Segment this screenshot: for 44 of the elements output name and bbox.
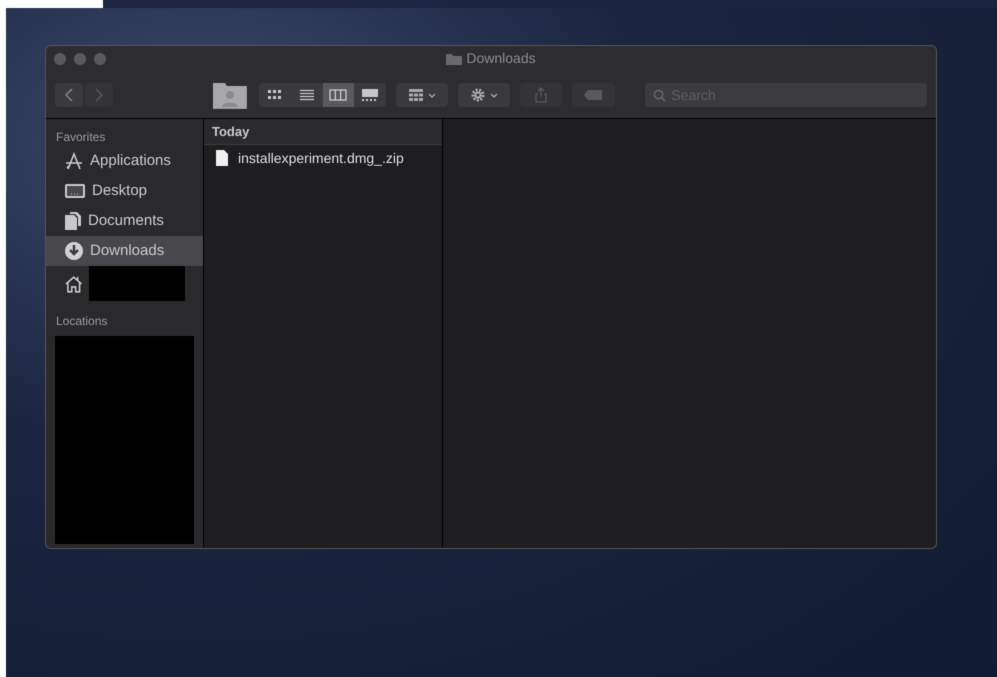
sidebar-item-label: Documents xyxy=(88,210,164,231)
sidebar-section-title: Favorites xyxy=(55,129,106,145)
sidebar-section-title: Locations xyxy=(55,313,108,329)
sidebar-item-label: Desktop xyxy=(92,180,148,201)
action-button[interactable] xyxy=(458,83,510,107)
caret-icon xyxy=(428,92,436,98)
file-row[interactable]: installexperiment.dmg_.zip xyxy=(204,145,442,171)
monitor-icon xyxy=(64,182,86,200)
sidebar-item[interactable]: Downloads xyxy=(46,236,203,266)
sidebar-item[interactable]: Desktop xyxy=(46,176,203,206)
chevron-right-icon xyxy=(95,88,103,102)
forward-button[interactable] xyxy=(85,83,113,107)
sidebar-item[interactable]: Documents xyxy=(46,206,203,236)
tag-button[interactable] xyxy=(572,83,616,107)
grid-icon xyxy=(266,89,283,101)
minimize-button[interactable] xyxy=(74,52,86,64)
gallery-icon xyxy=(361,89,380,101)
search-icon xyxy=(653,89,666,102)
columns-icon xyxy=(329,89,348,101)
download-icon xyxy=(64,241,84,261)
compass-letter-icon xyxy=(64,151,84,171)
sidebar-item[interactable]: Applications xyxy=(46,146,203,176)
share-button[interactable] xyxy=(520,83,562,107)
close-button[interactable] xyxy=(54,52,66,64)
zoom-button[interactable] xyxy=(94,52,106,64)
folder-icon xyxy=(446,52,462,64)
column-header: Today xyxy=(204,119,442,145)
settings-icon xyxy=(470,87,486,103)
list-icon xyxy=(298,89,315,101)
view-mode-button[interactable] xyxy=(322,83,354,107)
documents-icon xyxy=(64,211,82,231)
sidebar-item-label: Downloads xyxy=(90,240,164,261)
window-title: Downloads xyxy=(466,49,536,68)
chevron-left-icon xyxy=(65,88,73,102)
grid-icon xyxy=(408,89,424,101)
tag-icon xyxy=(584,90,602,100)
arrange-button[interactable] xyxy=(396,83,448,107)
document-icon xyxy=(216,150,228,166)
home-icon xyxy=(64,274,84,294)
user-folder-icon xyxy=(213,81,247,109)
sidebar-item-label: Applications xyxy=(90,150,171,171)
share-icon xyxy=(534,87,547,103)
caret-icon xyxy=(490,92,498,98)
back-button[interactable] xyxy=(55,83,83,107)
